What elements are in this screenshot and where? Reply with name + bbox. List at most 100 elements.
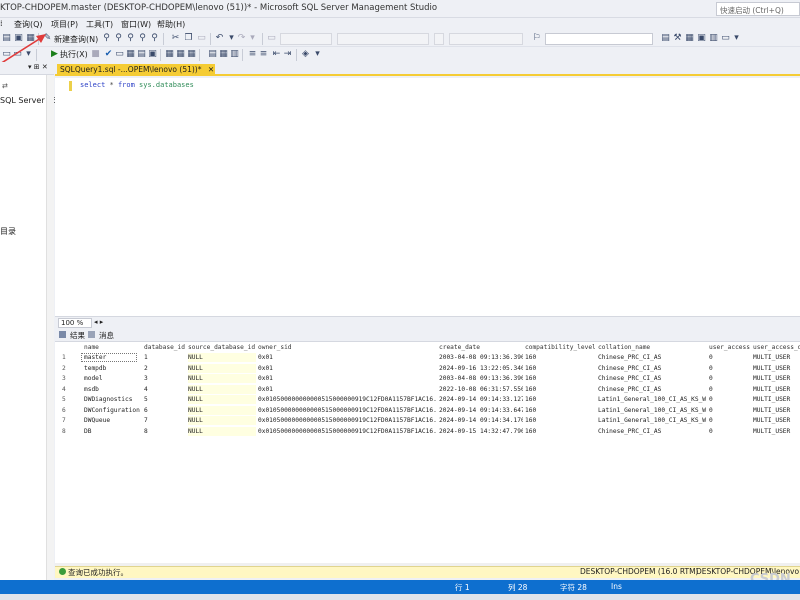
grid-cell[interactable]: NULL bbox=[188, 363, 256, 373]
grid-cell[interactable]: MULTI_USER bbox=[753, 353, 800, 362]
grid-cell[interactable]: Chinese_PRC_CI_AS bbox=[598, 374, 706, 383]
include-plan-icon[interactable]: ▦ bbox=[164, 49, 175, 60]
grid-cell[interactable]: 160 bbox=[525, 416, 595, 425]
debug-target-icon[interactable]: ▭ bbox=[266, 33, 277, 44]
grid-cell[interactable]: 2024-09-15 14:32:47.790 bbox=[439, 427, 523, 436]
grid-cell[interactable]: tempdb bbox=[84, 364, 142, 373]
results-to-file-icon[interactable]: ▥ bbox=[229, 49, 240, 60]
tab-results[interactable]: 结果 bbox=[60, 330, 85, 340]
grid-cell[interactable]: 160 bbox=[525, 406, 595, 415]
menu-item-tools[interactable]: 工具(T) bbox=[86, 19, 113, 30]
grid-cell[interactable]: MULTI_USER bbox=[753, 406, 800, 415]
decrease-indent-icon[interactable]: ⇤ bbox=[271, 49, 282, 60]
menu-item-edit-partial[interactable]: ⁞ bbox=[0, 19, 3, 28]
grid-cell[interactable]: Chinese_PRC_CI_AS bbox=[598, 364, 706, 373]
grid-cell[interactable]: Latin1_General_100_CI_AS_KS_WS bbox=[598, 416, 706, 425]
grid-cell[interactable]: 2003-04-08 09:13:36.390 bbox=[439, 353, 523, 362]
grid-cell[interactable]: 0 bbox=[709, 385, 751, 394]
grid-cell[interactable]: 160 bbox=[525, 364, 595, 373]
row-number[interactable]: 7 bbox=[62, 416, 82, 425]
column-header[interactable]: name bbox=[84, 343, 142, 352]
grid-cell[interactable]: 0x010500000000000515000000919C12FD0A1157… bbox=[258, 395, 436, 404]
scroll-arrows-icon[interactable]: ◂ ▸ bbox=[94, 318, 103, 326]
grid-cell[interactable]: 2024-09-14 09:14:34.170 bbox=[439, 416, 523, 425]
grid-cell[interactable]: MULTI_USER bbox=[753, 395, 800, 404]
combo-dropdown[interactable] bbox=[434, 33, 444, 45]
row-number[interactable]: 2 bbox=[62, 364, 82, 373]
grid-cell[interactable]: MULTI_USER bbox=[753, 364, 800, 373]
zoom-combo[interactable]: 100 % bbox=[58, 318, 92, 328]
dmx-query-icon[interactable]: ⚲ bbox=[137, 33, 148, 44]
query-options-icon[interactable]: ▤ bbox=[136, 49, 147, 60]
grid-cell[interactable]: NULL bbox=[188, 353, 256, 362]
tools-icon[interactable]: ⚒ bbox=[672, 33, 683, 44]
grid-cell[interactable]: 4 bbox=[144, 385, 186, 394]
column-header[interactable]: user_access_d bbox=[753, 343, 800, 352]
intellisense-icon[interactable]: ▣ bbox=[147, 49, 158, 60]
grid-cell[interactable]: DWDiagnostics bbox=[84, 395, 142, 404]
tab-messages[interactable]: 消息 bbox=[89, 330, 114, 340]
new-query-button[interactable]: 新建查询(N) bbox=[54, 34, 98, 45]
code-line[interactable]: select * from sys.databases bbox=[80, 81, 194, 89]
grid-cell[interactable]: NULL bbox=[188, 384, 256, 394]
grid-cell[interactable]: MULTI_USER bbox=[753, 427, 800, 436]
grid-cell[interactable]: 0 bbox=[709, 416, 751, 425]
grid-cell[interactable]: 2022-10-08 06:31:57.550 bbox=[439, 385, 523, 394]
solution-config-combo[interactable] bbox=[280, 33, 332, 45]
column-header[interactable]: collation_name bbox=[598, 343, 706, 352]
column-header[interactable]: source_database_id bbox=[188, 343, 256, 352]
column-header[interactable]: create_date bbox=[439, 343, 523, 352]
results-to-grid-icon[interactable]: ▦ bbox=[218, 49, 229, 60]
grid-cell[interactable]: 0x01 bbox=[258, 374, 436, 383]
grid-cell[interactable]: NULL bbox=[188, 426, 256, 436]
grid-cell[interactable]: 2 bbox=[144, 364, 186, 373]
grid-cell[interactable]: DB bbox=[84, 427, 142, 436]
xmla-query-icon[interactable]: ⚲ bbox=[149, 33, 160, 44]
grid-cell[interactable]: DWQueue bbox=[84, 416, 142, 425]
live-stats-icon[interactable]: ▦ bbox=[175, 49, 186, 60]
grid-cell[interactable]: NULL bbox=[188, 395, 256, 404]
menu-item-query[interactable]: 查询(Q) bbox=[14, 19, 43, 30]
query-designer-icon[interactable]: ▦ bbox=[125, 49, 136, 60]
grid-cell[interactable]: 2024-09-14 09:14:33.127 bbox=[439, 395, 523, 404]
toolbar-overflow-icon[interactable]: ▾ bbox=[731, 33, 742, 44]
grid-cell[interactable]: DWConfiguration bbox=[84, 406, 142, 415]
specify-values-icon[interactable]: ◈ bbox=[300, 49, 311, 60]
grid-cell[interactable]: 2003-04-08 09:13:36.390 bbox=[439, 374, 523, 383]
grid-cell[interactable]: 6 bbox=[144, 406, 186, 415]
grid-cell[interactable]: MULTI_USER bbox=[753, 385, 800, 394]
grid-cell[interactable]: Latin1_General_100_CI_AS_KS_WS bbox=[598, 395, 706, 404]
properties-icon[interactable]: ▤ bbox=[660, 33, 671, 44]
grid-cell[interactable]: model bbox=[84, 374, 142, 383]
grid-cell[interactable]: Chinese_PRC_CI_AS bbox=[598, 385, 706, 394]
catalog-node-label[interactable]: 目录 bbox=[0, 226, 16, 237]
grid-cell[interactable]: 0x010500000000000515000000919C12FD0A1157… bbox=[258, 427, 436, 436]
analysis-query-icon[interactable]: ⚲ bbox=[113, 33, 124, 44]
grid-cell[interactable]: 160 bbox=[525, 374, 595, 383]
grid-cell[interactable]: 160 bbox=[525, 385, 595, 394]
grid-cell[interactable]: 0 bbox=[709, 406, 751, 415]
column-header[interactable]: user_access bbox=[709, 343, 751, 352]
find-icon[interactable]: ⚐ bbox=[531, 33, 542, 44]
grid-cell[interactable]: Chinese_PRC_CI_AS bbox=[598, 353, 706, 362]
uncomment-icon[interactable]: ≡ bbox=[258, 49, 269, 60]
grid-cell[interactable]: 2024-09-14 09:14:33.647 bbox=[439, 406, 523, 415]
query-editor[interactable] bbox=[55, 78, 800, 316]
grid-cell[interactable]: Latin1_General_100_CI_AS_KS_WS bbox=[598, 406, 706, 415]
object-explorer-details-icon[interactable]: ▥ bbox=[708, 33, 719, 44]
row-number[interactable]: 5 bbox=[62, 395, 82, 404]
results-to-text-icon[interactable]: ▤ bbox=[207, 49, 218, 60]
grid-cell[interactable]: 0x01 bbox=[258, 364, 436, 373]
grid-cell[interactable]: Chinese_PRC_CI_AS bbox=[598, 427, 706, 436]
grid-cell[interactable]: 0 bbox=[709, 427, 751, 436]
undo-icon[interactable]: ↶ bbox=[214, 33, 225, 44]
increase-indent-icon[interactable]: ⇥ bbox=[282, 49, 293, 60]
grid-cell[interactable]: 0x01 bbox=[258, 353, 436, 362]
row-number[interactable]: 4 bbox=[62, 385, 82, 394]
grid-cell[interactable]: 0x010500000000000515000000919C12FD0A1157… bbox=[258, 406, 436, 415]
startup-project-combo[interactable] bbox=[449, 33, 523, 45]
client-stats-icon[interactable]: ▦ bbox=[186, 49, 197, 60]
grid-cell[interactable]: 7 bbox=[144, 416, 186, 425]
redo-dropdown-icon[interactable]: ▾ bbox=[247, 33, 258, 44]
object-explorer-scrollbar[interactable] bbox=[46, 75, 54, 580]
